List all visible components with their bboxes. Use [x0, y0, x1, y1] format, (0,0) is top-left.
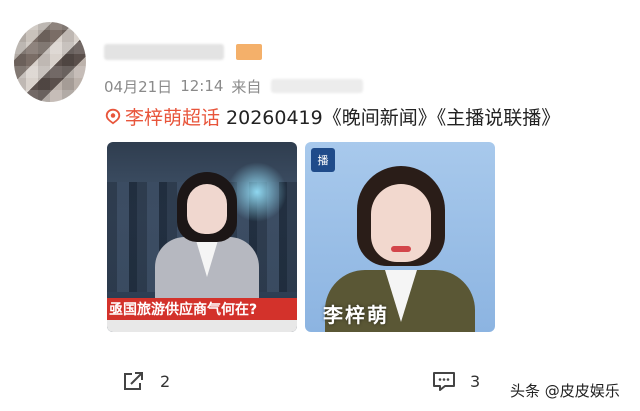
post-date: 04月21日 — [104, 77, 173, 96]
anchor-nameplate: 李梓萌 — [323, 303, 389, 327]
username-blurred[interactable] — [104, 44, 224, 60]
ticker-subbar — [107, 320, 297, 332]
share-button[interactable]: 2 — [122, 370, 170, 392]
post-source-blurred — [271, 79, 364, 93]
post-image-2[interactable]: 播 李梓萌 — [305, 142, 495, 332]
anchor-lips — [391, 246, 411, 252]
comment-icon — [433, 372, 455, 391]
supertopic-icon — [105, 108, 121, 125]
share-count: 2 — [160, 371, 171, 391]
post-image-1[interactable]: 亟国旅游供应商气何在? — [107, 142, 297, 332]
topic-link[interactable]: 李梓萌超话 — [104, 103, 220, 130]
watermark: 头条 @皮皮娱乐 — [510, 382, 620, 400]
comment-button[interactable]: 3 — [432, 370, 480, 392]
post-time: 12:14 — [180, 77, 224, 95]
channel-logo-icon: 播 — [311, 148, 335, 172]
share-icon — [124, 372, 143, 390]
post-content: 李梓萌超话 20260419《晚间新闻》《主播说联播》 — [104, 103, 560, 129]
topic-label: 李梓萌超话 — [125, 106, 221, 129]
avatar[interactable] — [14, 22, 86, 102]
anchor-face — [187, 184, 227, 234]
comment-count: 3 — [470, 371, 481, 391]
channel-logo-text: 播 — [317, 154, 329, 167]
post-meta: 04月21日 12:14 来自 — [104, 76, 364, 96]
post-source-prefix: 来自 — [231, 77, 262, 96]
user-badge — [236, 44, 262, 60]
news-ticker: 亟国旅游供应商气何在? — [107, 298, 297, 320]
post-text: 20260419《晚间新闻》《主播说联播》 — [226, 106, 561, 129]
news-ticker-text: 亟国旅游供应商气何在? — [109, 302, 258, 318]
